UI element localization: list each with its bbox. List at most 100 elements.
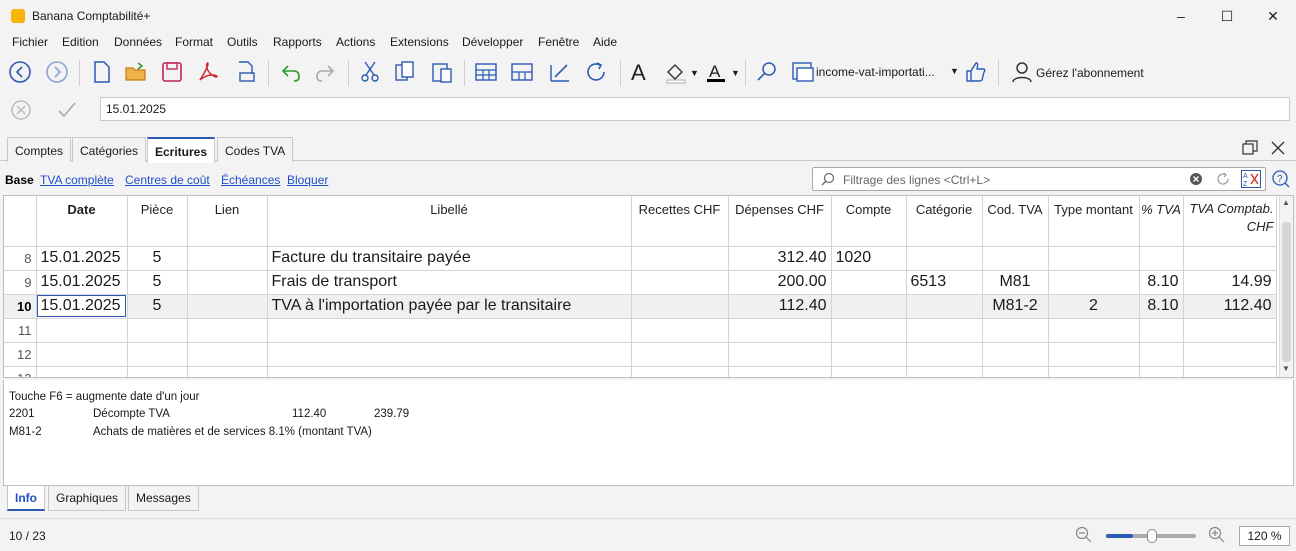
menu-donnees[interactable]: Données <box>114 35 162 49</box>
pdf-icon[interactable] <box>196 60 220 84</box>
file-tab-icon[interactable] <box>791 60 815 84</box>
col-header-categorie[interactable]: Catégorie <box>906 196 983 247</box>
forward-icon[interactable] <box>45 60 69 84</box>
maximize-icon[interactable]: ☐ <box>1204 0 1250 32</box>
vertical-scrollbar[interactable]: ▲ ▼ <box>1279 196 1293 377</box>
cell-depenses[interactable]: 200.00 <box>728 270 832 295</box>
col-header-piece[interactable]: Pièce <box>127 196 188 247</box>
cell-cod-tva[interactable]: M81-2 <box>982 294 1049 319</box>
table-row-selected[interactable]: 10 15.01.2025 5 TVA à l'importation payé… <box>4 294 1277 319</box>
cell-categorie[interactable] <box>906 318 983 343</box>
add-rows-icon[interactable] <box>510 60 534 84</box>
insert-row-icon[interactable] <box>474 60 498 84</box>
cell-date[interactable] <box>36 318 128 343</box>
cell-categorie[interactable]: 6513 <box>906 270 983 295</box>
scroll-thumb[interactable] <box>1282 222 1291 362</box>
tab-graphiques[interactable]: Graphiques <box>48 486 127 511</box>
back-icon[interactable] <box>8 60 32 84</box>
cell-pct-tva[interactable] <box>1139 366 1184 377</box>
cell-type-montant[interactable] <box>1048 318 1140 343</box>
col-header-cod-tva[interactable]: Cod. TVA <box>982 196 1049 247</box>
cell-recettes[interactable] <box>631 246 729 271</box>
cell-pct-tva[interactable] <box>1139 318 1184 343</box>
scroll-up-icon[interactable]: ▲ <box>1282 198 1290 207</box>
cell-tva-comptab[interactable]: 14.99 <box>1183 270 1277 295</box>
cell-lien[interactable] <box>187 366 268 377</box>
cell-compte[interactable] <box>831 366 907 377</box>
cell-date-current[interactable]: 15.01.2025 <box>36 294 128 319</box>
col-header-recettes[interactable]: Recettes CHF <box>631 196 729 247</box>
redo-icon[interactable] <box>313 60 337 84</box>
view-bloquer[interactable]: Bloquer <box>287 173 328 187</box>
view-base[interactable]: Base <box>5 173 34 187</box>
cell-cod-tva[interactable] <box>982 366 1049 377</box>
menu-rapports[interactable]: Rapports <box>273 35 322 49</box>
table-row[interactable]: 13 <box>4 366 1277 377</box>
menu-aide[interactable]: Aide <box>593 35 617 49</box>
cell-tva-comptab[interactable]: 112.40 <box>1183 294 1277 319</box>
view-centres-de-cout[interactable]: Centres de coût <box>125 173 210 187</box>
help-icon[interactable]: ? <box>1272 170 1290 188</box>
cell-date[interactable]: 15.01.2025 <box>36 270 128 295</box>
menu-fichier[interactable]: Fichier <box>12 35 48 49</box>
table-row[interactable]: 8 15.01.2025 5 Facture du transitaire pa… <box>4 246 1277 271</box>
cell-compte[interactable] <box>831 294 907 319</box>
col-header-type-montant[interactable]: Type montant <box>1048 196 1140 247</box>
cell-depenses[interactable] <box>728 318 832 343</box>
col-header-compte[interactable]: Compte <box>831 196 907 247</box>
zoom-slider[interactable] <box>1106 529 1196 543</box>
cell-date[interactable] <box>36 366 128 377</box>
cut-icon[interactable] <box>358 60 382 84</box>
col-header-pct-tva[interactable]: % TVA <box>1139 196 1184 247</box>
cell-compte[interactable] <box>831 270 907 295</box>
cell-type-montant[interactable]: 2 <box>1048 294 1140 319</box>
cell-lien[interactable] <box>187 294 268 319</box>
thumbs-up-icon[interactable] <box>964 60 988 84</box>
cell-cod-tva[interactable] <box>982 246 1049 271</box>
tab-ecritures[interactable]: Ecritures <box>147 137 216 163</box>
cell-lien[interactable] <box>187 342 268 367</box>
close-icon[interactable]: ✕ <box>1250 0 1296 32</box>
cell-date[interactable]: 15.01.2025 <box>36 246 128 271</box>
cell-pct-tva[interactable]: 8.10 <box>1139 270 1184 295</box>
close-table-icon[interactable] <box>1270 140 1286 156</box>
print-preview-icon[interactable] <box>234 60 258 84</box>
cell-pct-tva[interactable] <box>1139 246 1184 271</box>
recalculate-icon[interactable] <box>584 60 608 84</box>
cell-pct-tva[interactable] <box>1139 342 1184 367</box>
cell-categorie[interactable] <box>906 342 983 367</box>
fill-color-icon[interactable] <box>664 60 688 84</box>
row-filter-input[interactable]: Filtrage des lignes <Ctrl+L> AZ <box>812 167 1266 191</box>
cell-depenses[interactable]: 112.40 <box>728 294 832 319</box>
menu-actions[interactable]: Actions <box>336 35 375 49</box>
view-tva-complete[interactable]: TVA complète <box>40 173 114 187</box>
view-echeances[interactable]: Échéances <box>221 173 280 187</box>
cell-tva-comptab[interactable] <box>1183 246 1277 271</box>
cell-libelle[interactable] <box>267 366 632 377</box>
cell-libelle[interactable]: TVA à l'importation payée par le transit… <box>267 294 632 319</box>
cell-categorie[interactable] <box>906 246 983 271</box>
cell-cod-tva[interactable] <box>982 342 1049 367</box>
zoom-level[interactable]: 120 % <box>1239 526 1290 546</box>
cell-type-montant[interactable] <box>1048 270 1140 295</box>
col-header-lien[interactable]: Lien <box>187 196 268 247</box>
font-icon[interactable]: A <box>628 60 652 84</box>
minimize-icon[interactable]: – <box>1158 0 1204 32</box>
cell-recettes[interactable] <box>631 270 729 295</box>
cell-lien[interactable] <box>187 270 268 295</box>
fill-dropdown-icon[interactable]: ▼ <box>690 68 699 78</box>
sort-filter-icon[interactable]: AZ <box>1241 170 1261 188</box>
cell-piece[interactable] <box>127 342 188 367</box>
cell-piece[interactable]: 5 <box>127 294 188 319</box>
text-color-icon[interactable]: A <box>704 60 728 84</box>
menu-edition[interactable]: Edition <box>62 35 99 49</box>
col-header-libelle[interactable]: Libellé <box>267 196 632 247</box>
cell-lien[interactable] <box>187 318 268 343</box>
col-header-tva-comptab[interactable]: TVA Comptab. CHF <box>1183 196 1277 247</box>
tab-categories[interactable]: Catégories <box>72 137 147 162</box>
file-selector-dropdown-icon[interactable]: ▼ <box>950 66 959 76</box>
text-color-dropdown-icon[interactable]: ▼ <box>731 68 740 78</box>
cell-compte[interactable]: 1020 <box>831 246 907 271</box>
cell-tva-comptab[interactable] <box>1183 366 1277 377</box>
cell-libelle[interactable] <box>267 342 632 367</box>
